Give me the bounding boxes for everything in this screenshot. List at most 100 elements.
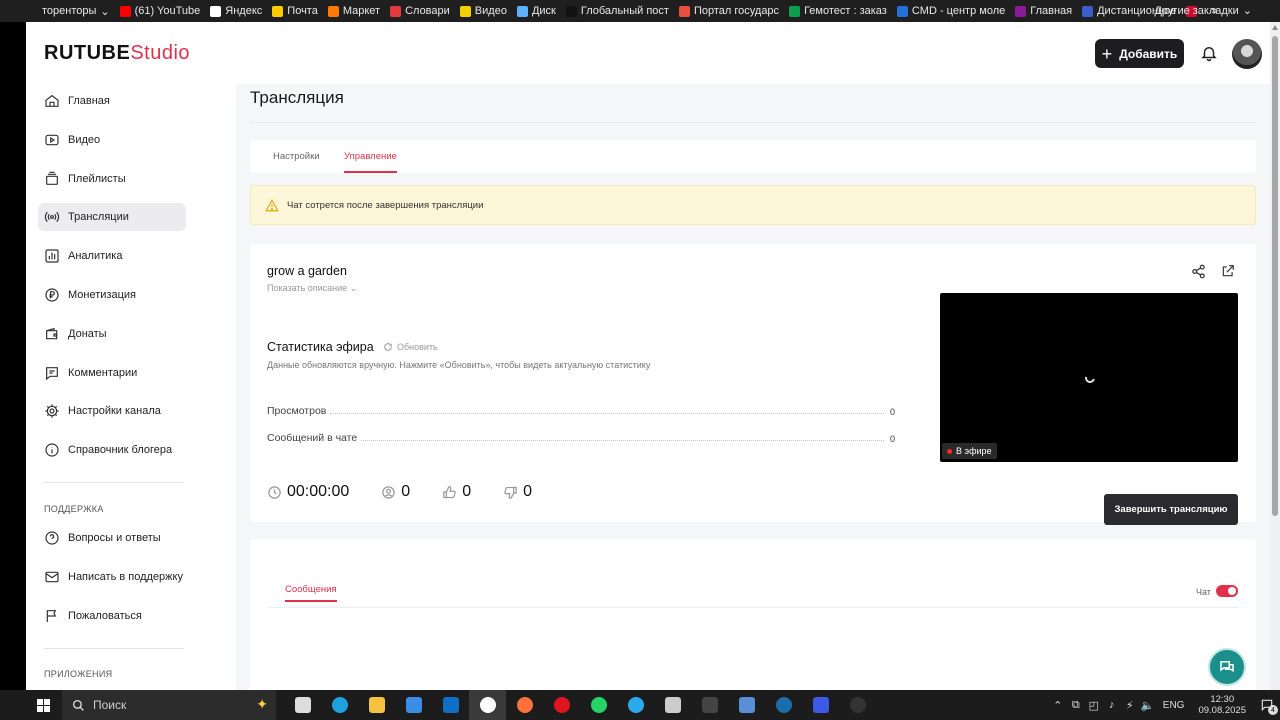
tray-glyph-icon[interactable]: ◰	[1085, 699, 1103, 712]
title-divider	[250, 122, 1256, 123]
sidebar-item-home[interactable]: Главная	[38, 87, 186, 115]
bookmark-item[interactable]: Портал государс	[675, 5, 785, 17]
external-link-icon[interactable]	[1221, 264, 1235, 278]
taskbar-search[interactable]: Поиск ✦	[62, 690, 276, 720]
bookmark-item[interactable]: Видео	[456, 5, 513, 17]
sidebar-item-comment[interactable]: Комментарии	[38, 359, 186, 387]
taskbar-app-task-view[interactable]	[284, 690, 321, 720]
bookmark-favicon-icon	[789, 5, 801, 17]
scrollbar-thumb[interactable]	[1272, 36, 1278, 516]
tray-glyph-icon[interactable]: ⧉	[1067, 699, 1085, 712]
taskbar-app-obs[interactable]	[839, 690, 876, 720]
bookmark-favicon-icon	[1082, 5, 1094, 17]
sidebar-divider	[44, 648, 184, 649]
tab-control[interactable]: Управление	[344, 140, 397, 173]
sidebar-item-mail[interactable]: Написать в поддержку	[38, 563, 186, 591]
rutube-studio-logo[interactable]: RUTUBEStudio	[44, 42, 190, 65]
bookmark-item[interactable]: Словари	[386, 5, 456, 17]
other-bookmarks-folder[interactable]: Другие закладки ⌄	[1150, 4, 1258, 18]
sidebar: ПОДДЕРЖКА ПРИЛОЖЕНИЯ Главная Видео Плейлис…	[26, 84, 236, 690]
thumbs-up-icon	[443, 485, 456, 498]
share-icon[interactable]	[1191, 264, 1206, 279]
game-icon	[701, 697, 718, 713]
taskbar-app-opera[interactable]	[543, 690, 580, 720]
page-scrollbar[interactable]	[1270, 22, 1280, 690]
end-stream-button[interactable]: Завершить трансляцию	[1104, 494, 1238, 525]
add-button[interactable]: + Добавить	[1095, 39, 1184, 68]
taskbar-app-steam[interactable]	[765, 690, 802, 720]
support-chat-button[interactable]	[1208, 648, 1246, 686]
sidebar-item-playlist[interactable]: Плейлисты	[38, 165, 186, 193]
tray-glyph-icon[interactable]: ♪	[1103, 699, 1121, 711]
thumbs-down-icon	[504, 486, 517, 499]
question-icon	[45, 531, 59, 545]
taskbar-app-yandex-browser[interactable]	[469, 690, 506, 720]
bookmark-item[interactable]: Глобальный пост	[562, 5, 675, 17]
taskbar-app-outlook[interactable]	[432, 690, 469, 720]
explorer-icon	[368, 697, 385, 713]
sidebar-item-video[interactable]: Видео	[38, 126, 186, 154]
bookmark-item[interactable]: торенторы ⌄	[38, 5, 116, 18]
taskbar-app-edge[interactable]	[321, 690, 358, 720]
stats-title: Статистика эфира	[267, 340, 374, 354]
taskbar-app-app-blue[interactable]	[802, 690, 839, 720]
plus-icon: +	[1101, 43, 1113, 64]
language-indicator[interactable]: ENG	[1163, 700, 1185, 711]
chat-warning-banner: Чат сотрется после завершения трансляции	[250, 185, 1256, 225]
refresh-button[interactable]: Обновить	[383, 342, 438, 352]
tray-glyph-icon[interactable]: ⚡	[1121, 699, 1139, 712]
sidebar-item-question[interactable]: Вопросы и ответы	[38, 524, 186, 552]
windows-start-icon[interactable]	[37, 699, 50, 712]
clapper-icon	[664, 697, 681, 713]
chat-toggle[interactable]	[1216, 585, 1238, 597]
tab-messages[interactable]: Сообщения	[285, 584, 337, 602]
windows-taskbar: Поиск ✦ ⌃ ⧉ ◰ ♪ ⚡ 🔈 ENG 12:30 09.08.2025 4	[0, 690, 1280, 720]
outlook-icon	[442, 697, 459, 713]
bookmark-item[interactable]: Яндекс	[206, 5, 268, 17]
bookmark-item[interactable]: Гемотест : заказ	[785, 5, 893, 17]
bookmark-item[interactable]: (61) YouTube	[116, 5, 207, 17]
bookmark-item[interactable]: Диск	[513, 5, 562, 17]
rutube-studio-page: RUTUBEStudio + Добавить ПОДДЕРЖКА ПРИЛОЖ…	[26, 22, 1270, 690]
bookmark-favicon-icon	[516, 5, 528, 17]
bookmark-favicon-icon	[272, 5, 284, 17]
tab-settings[interactable]: Настройки	[273, 140, 320, 173]
tabs-bar: Настройки Управление	[250, 140, 1256, 173]
wallet-icon	[46, 327, 58, 340]
sidebar-item-flag[interactable]: Пожаловаться	[38, 602, 186, 630]
bookmark-favicon-icon	[565, 5, 577, 17]
avatar[interactable]	[1232, 39, 1262, 69]
bookmark-item[interactable]: Главная	[1011, 5, 1078, 17]
taskbar-app-ai-app[interactable]	[728, 690, 765, 720]
taskbar-app-store[interactable]	[395, 690, 432, 720]
show-description-link[interactable]: Показать описание ⌄	[267, 283, 357, 294]
sidebar-item-gear[interactable]: Настройки канала	[38, 397, 186, 425]
bookmark-item[interactable]: CMD - центр моле	[893, 5, 1011, 17]
scroll-up-arrow-icon[interactable]	[1272, 25, 1278, 30]
gear-icon	[45, 404, 59, 419]
sidebar-item-analytics[interactable]: Аналитика	[38, 242, 186, 270]
analytics-icon	[45, 249, 59, 263]
sidebar-item-label: Настройки канала	[68, 405, 161, 418]
taskbar-app-firefox[interactable]	[506, 690, 543, 720]
taskbar-app-whatsapp[interactable]	[580, 690, 617, 720]
sidebar-item-label: Комментарии	[68, 366, 138, 379]
bookmark-item[interactable]: Маркет	[324, 5, 386, 17]
taskbar-app-explorer[interactable]	[358, 690, 395, 720]
sidebar-item-broadcast[interactable]: Трансляции	[38, 203, 186, 232]
bookmark-favicon-icon	[459, 5, 471, 17]
sidebar-item-info[interactable]: Справочник блогера	[38, 436, 186, 464]
taskbar-app-game[interactable]	[691, 690, 728, 720]
clock[interactable]: 12:30 09.08.2025	[1198, 694, 1246, 716]
tray-glyph-icon[interactable]: 🔈	[1139, 699, 1157, 712]
taskbar-app-telegram[interactable]	[617, 690, 654, 720]
bookmark-item[interactable]: Почта	[268, 5, 324, 17]
bookmark-favicon-icon	[896, 5, 908, 17]
stream-preview-player[interactable]: В эфире	[940, 293, 1238, 462]
sidebar-item-ruble[interactable]: Монетизация	[38, 281, 186, 309]
taskbar-app-clapper[interactable]	[654, 690, 691, 720]
notification-center-icon[interactable]: 4	[1254, 690, 1280, 720]
bell-icon[interactable]	[1200, 44, 1218, 62]
sidebar-item-wallet[interactable]: Донаты	[38, 320, 186, 348]
tray-glyph-icon[interactable]: ⌃	[1049, 699, 1067, 712]
